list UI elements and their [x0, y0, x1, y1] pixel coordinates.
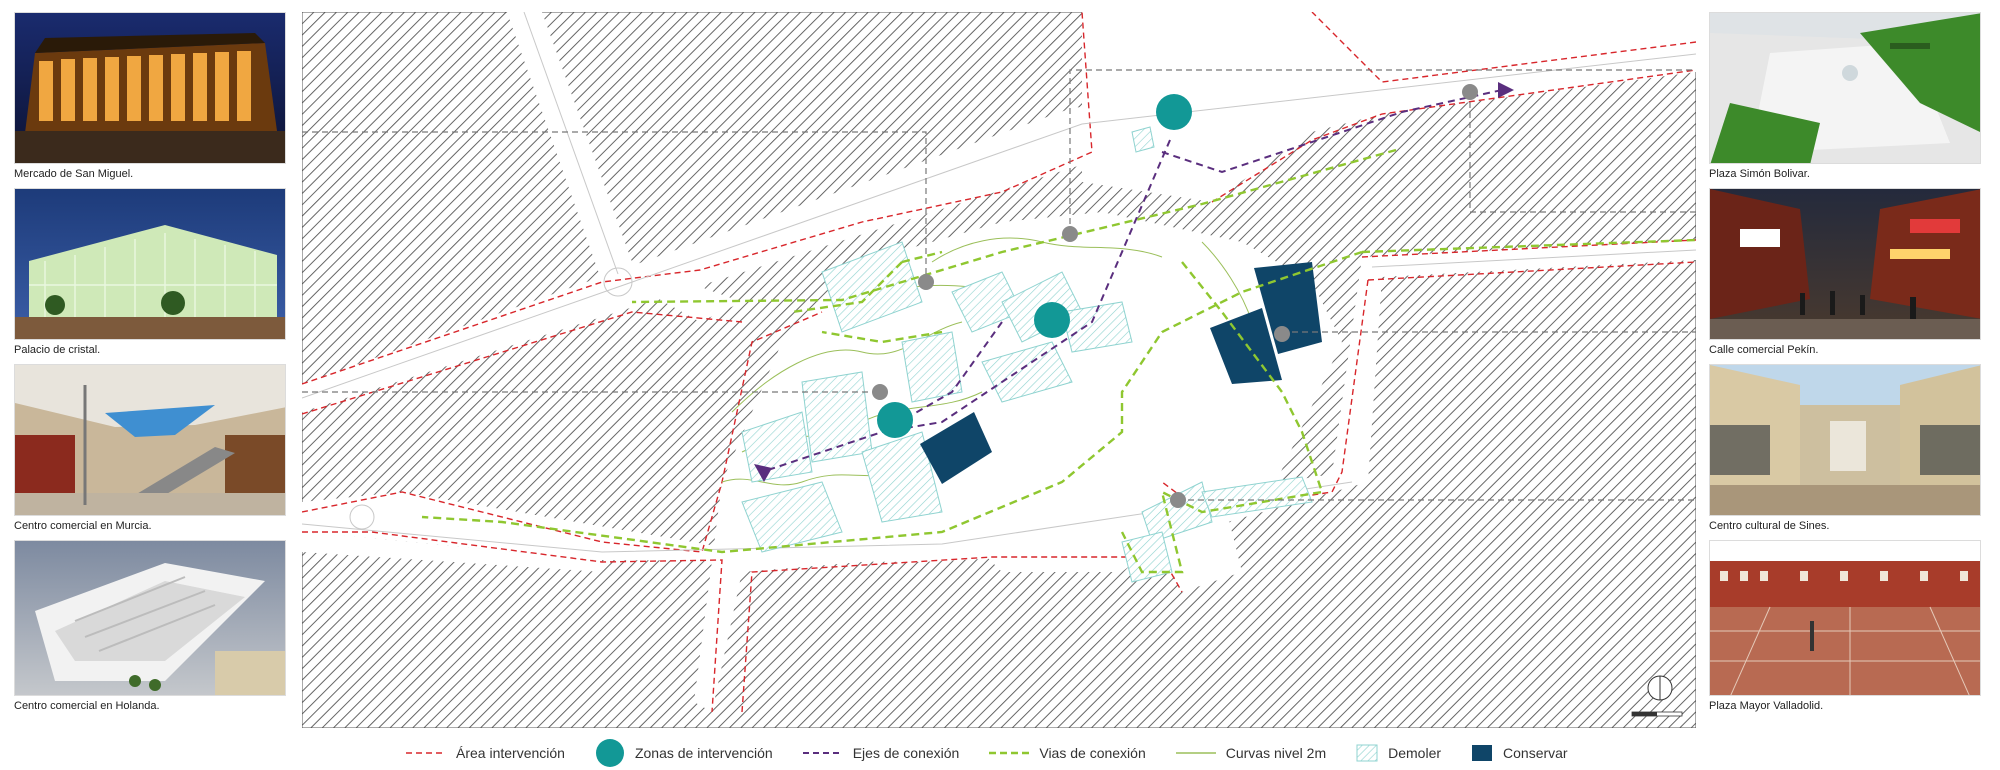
legend-conservar: Conservar — [1471, 744, 1568, 762]
zone-circle-center[interactable] — [1034, 302, 1070, 338]
zone-circle-north[interactable] — [1156, 94, 1192, 130]
photo-card-pekin: Calle comercial Pekín. — [1709, 188, 1981, 356]
legend-vias-label: Vias de conexión — [1039, 745, 1146, 761]
legend-conservar-label: Conservar — [1503, 745, 1568, 761]
legend-zonas: Zonas de intervención — [595, 738, 773, 768]
caption-valladolid: Plaza Mayor Valladolid. — [1709, 700, 1824, 712]
marker-sines[interactable] — [1274, 326, 1290, 342]
legend-demoler: Demoler — [1356, 744, 1441, 762]
legend-zonas-label: Zonas de intervención — [634, 745, 773, 761]
legend-conservar-swatch — [1472, 745, 1493, 761]
legend-area: Área intervención — [406, 745, 565, 761]
photo-calle-pekin — [1709, 188, 1981, 340]
marker-valladolid[interactable] — [1170, 492, 1186, 508]
marker-mercado[interactable] — [918, 274, 934, 290]
legend-demoler-swatch — [1356, 744, 1378, 762]
legend-curvas-label: Curvas nivel 2m — [1225, 745, 1327, 761]
photo-plaza-valladolid — [1709, 540, 1981, 696]
photo-centro-murcia — [14, 364, 286, 516]
legend-zonas-swatch — [595, 739, 624, 767]
caption-holanda: Centro comercial en Holanda. — [14, 700, 160, 712]
photo-mercado-san-miguel — [14, 12, 286, 164]
photo-card-murcia: Centro comercial en Murcia. — [14, 364, 286, 532]
legend-curvas-swatch — [1175, 752, 1216, 754]
photo-palacio-cristal — [14, 188, 286, 340]
caption-palacio: Palacio de cristal. — [14, 344, 101, 356]
zone-circle-south[interactable] — [877, 402, 913, 438]
photo-card-valladolid: Plaza Mayor Valladolid. — [1709, 540, 1981, 712]
caption-simon-bolivar: Plaza Simón Bolivar. — [1709, 168, 1810, 180]
photo-card-sines: Centro cultural de Sines. — [1709, 364, 1981, 532]
legend-demoler-label: Demoler — [1388, 745, 1442, 761]
site-plan-map — [302, 12, 1696, 728]
caption-pekin: Calle comercial Pekín. — [1709, 344, 1819, 356]
photo-card-simon-bolivar: Plaza Simón Bolivar. — [1709, 12, 1981, 180]
legend-ejes-swatch — [802, 752, 843, 754]
north-arrow-icon — [1647, 675, 1673, 701]
legend-area-label: Área intervención — [456, 745, 565, 761]
scale-bar-icon — [1631, 711, 1683, 717]
photo-centro-sines — [1709, 364, 1981, 516]
right-photo-column: Plaza Simón Bolivar. Calle comercial Pek… — [1709, 0, 1981, 770]
photo-card-mercado: Mercado de San Miguel. — [14, 12, 286, 180]
legend-curvas: Curvas nivel 2m — [1175, 745, 1327, 761]
marker-simon-bolivar[interactable] — [1062, 226, 1078, 242]
map-legend: Área intervención Zonas de intervención … — [406, 739, 1598, 767]
marker-pekin[interactable] — [1462, 84, 1478, 100]
caption-sines: Centro cultural de Sines. — [1709, 520, 1830, 532]
legend-vias-swatch — [989, 751, 1030, 755]
photo-card-palacio: Palacio de cristal. — [14, 188, 286, 356]
photo-plaza-simon-bolivar — [1709, 12, 1981, 164]
caption-murcia: Centro comercial en Murcia. — [14, 520, 152, 532]
photo-card-holanda: Centro comercial en Holanda. — [14, 540, 286, 712]
legend-vias: Vias de conexión — [989, 745, 1146, 761]
legend-ejes: Ejes de conexión — [802, 745, 960, 761]
photo-centro-holanda — [14, 540, 286, 696]
caption-mercado: Mercado de San Miguel. — [14, 168, 134, 180]
legend-ejes-label: Ejes de conexión — [852, 745, 960, 761]
legend-area-swatch — [406, 752, 446, 754]
left-photo-column: Mercado de San Miguel. Palacio de crista… — [14, 0, 286, 770]
marker-murcia[interactable] — [872, 384, 888, 400]
